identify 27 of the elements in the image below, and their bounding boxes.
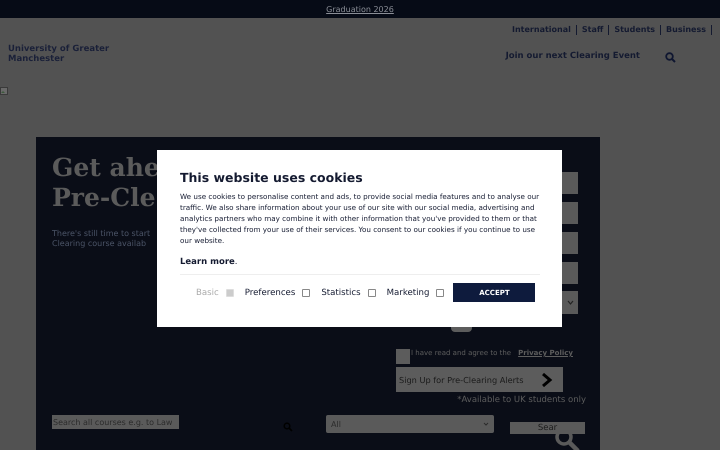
option-checkbox[interactable]	[302, 288, 310, 296]
graduation-link[interactable]: Graduation 2026	[326, 4, 394, 14]
utility-link[interactable]: International	[507, 25, 577, 35]
caret-icon	[483, 422, 489, 426]
logo-alt-text[interactable]: University of Greater Manchester	[8, 44, 128, 64]
availability-note: *Available to UK students only	[457, 395, 586, 405]
chevron-icon	[541, 372, 553, 386]
option-label: Statistics	[321, 288, 361, 298]
search-icon[interactable]	[665, 52, 676, 63]
utility-link[interactable]: Students	[609, 25, 662, 35]
dialog-title: This website uses cookies	[180, 170, 364, 185]
search-button[interactable]: Sear	[510, 422, 585, 434]
broken-image-icon	[0, 87, 8, 95]
utility-link[interactable]: Staff	[576, 25, 610, 35]
option-checkbox[interactable]	[436, 288, 444, 296]
option-label: Marketing	[386, 288, 430, 298]
learn-more-link[interactable]: Learn more.	[180, 257, 238, 267]
hero-heading: Get ahe Pre-Cle	[52, 153, 160, 213]
signup-button[interactable]: Sign Up for Pre-Clearing Alerts	[396, 367, 563, 392]
event-link[interactable]: Join our next Clearing Event	[506, 51, 640, 61]
caret-icon	[567, 300, 574, 305]
option-label: Preferences	[244, 288, 296, 298]
option-checkbox[interactable]	[368, 288, 376, 296]
option-label: Basic	[196, 288, 219, 298]
utility-link[interactable]: Business	[661, 25, 712, 35]
hero-intro: There's still time to start Clearing course availab	[52, 229, 150, 249]
consent-checkbox[interactable]	[396, 349, 410, 364]
